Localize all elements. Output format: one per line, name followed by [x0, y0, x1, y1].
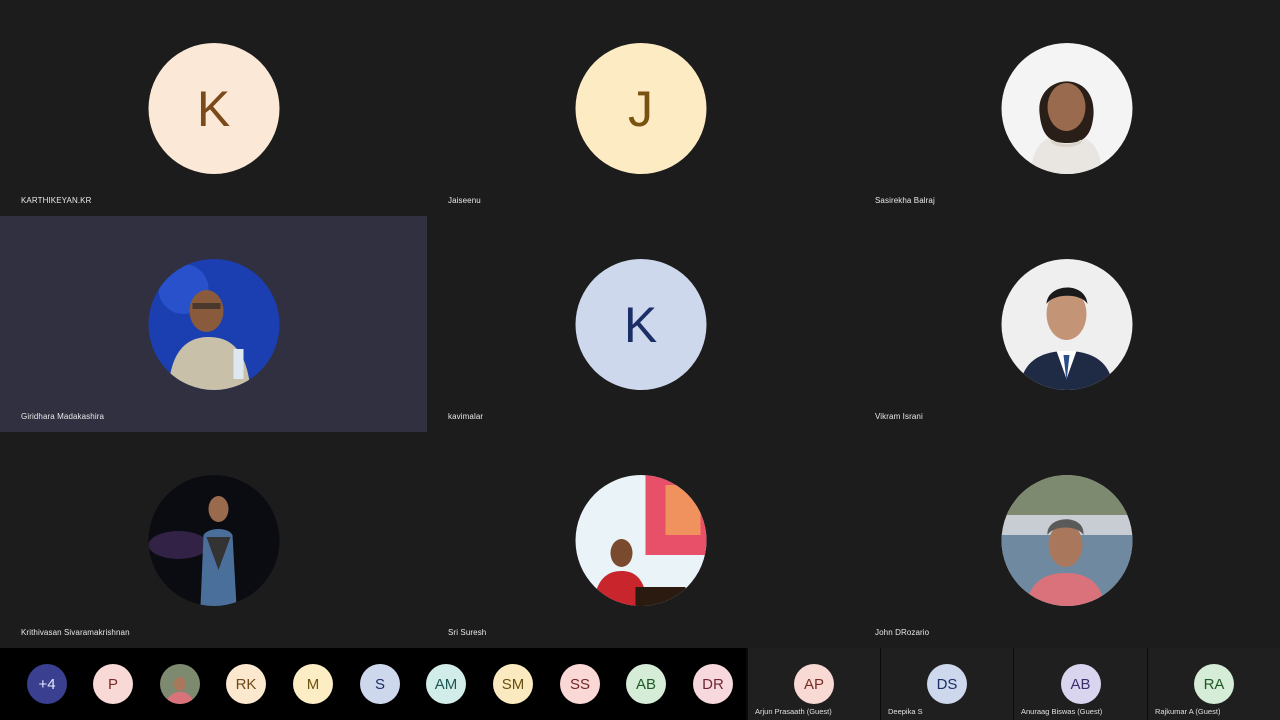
avatar: K: [148, 43, 279, 174]
participant-name: Giridhara Madakashira: [21, 412, 105, 421]
participant-tile[interactable]: Krithivasan Sivaramakrishnan: [0, 432, 427, 648]
participant-tile[interactable]: K kavimalar: [427, 216, 854, 432]
photo-man-stage-blue: [148, 259, 279, 390]
video-grid: K KARTHIKEYAN.KR J Jaiseenu Sasirekha Ba…: [0, 0, 1280, 648]
participant-bar: +4 P RK M S AM SM SS AB DR AP Arjun Pras…: [0, 648, 1280, 720]
avatar[interactable]: AM: [426, 664, 466, 704]
avatar-photo: [1001, 259, 1133, 390]
avatar: K: [575, 259, 706, 390]
participant-name: KARTHIKEYAN.KR: [21, 196, 92, 205]
participant-tile[interactable]: J Jaiseenu: [427, 0, 854, 216]
avatar: AP: [794, 664, 834, 704]
avatar-photo: [1001, 475, 1133, 606]
participant-tile-speaking[interactable]: Giridhara Madakashira: [0, 216, 427, 432]
participant-name: Krithivasan Sivaramakrishnan: [21, 628, 130, 637]
participant-tile[interactable]: Vikram Israni: [854, 216, 1280, 432]
participant-name: Anuraag Biswas (Guest): [1021, 707, 1103, 716]
participant-name: Sri Suresh: [448, 628, 487, 637]
participant-tile-small[interactable]: RA Rajkumar A (Guest): [1148, 648, 1280, 720]
participant-name: Rajkumar A (Guest): [1155, 707, 1221, 716]
participant-tile[interactable]: John DRozario: [854, 432, 1280, 648]
avatar-photo: [575, 475, 706, 606]
photo-woman-podium: [575, 475, 706, 606]
avatar-photo: [148, 259, 279, 390]
avatar[interactable]: RK: [226, 664, 266, 704]
overflow-avatar-strip: +4 P RK M S AM SM SS AB DR: [0, 648, 746, 720]
participant-name: John DRozario: [875, 628, 930, 637]
avatar[interactable]: M: [293, 664, 333, 704]
participant-tile[interactable]: Sri Suresh: [427, 432, 854, 648]
participant-name: Jaiseenu: [448, 196, 481, 205]
avatar[interactable]: SM: [493, 664, 533, 704]
avatar[interactable]: S: [360, 664, 400, 704]
photo-woman-white: [1001, 43, 1133, 174]
participant-name: Arjun Prasaath (Guest): [755, 707, 832, 716]
participant-tile[interactable]: K KARTHIKEYAN.KR: [0, 0, 427, 216]
participant-tile[interactable]: Sasirekha Balraj: [854, 0, 1280, 216]
avatar: RA: [1194, 664, 1234, 704]
photo-man-dark-stage: [148, 475, 279, 606]
photo-small-man: [160, 664, 200, 704]
participant-tile-small[interactable]: AB Anuraag Biswas (Guest): [1014, 648, 1147, 720]
participant-tile-small[interactable]: DS Deepika S: [881, 648, 1013, 720]
avatar: AB: [1060, 664, 1101, 704]
participant-name: kavimalar: [448, 412, 484, 421]
photo-man-pool: [1001, 475, 1133, 606]
avatar: J: [575, 43, 706, 174]
avatar: DS: [927, 664, 967, 704]
avatar[interactable]: DR: [693, 664, 733, 704]
participant-tile-small[interactable]: AP Arjun Prasaath (Guest): [748, 648, 880, 720]
avatar[interactable]: AB: [626, 664, 666, 704]
more-participants-button[interactable]: +4: [27, 664, 67, 704]
avatar-photo: [148, 475, 279, 606]
participant-name: Sasirekha Balraj: [875, 196, 935, 205]
avatar[interactable]: P: [93, 664, 133, 704]
photo-man-suit: [1001, 259, 1133, 390]
participant-name: Deepika S: [888, 707, 923, 716]
avatar[interactable]: SS: [560, 664, 600, 704]
participant-name: Vikram Israni: [875, 412, 923, 421]
avatar-photo[interactable]: [160, 664, 200, 704]
avatar-photo: [1001, 43, 1133, 174]
